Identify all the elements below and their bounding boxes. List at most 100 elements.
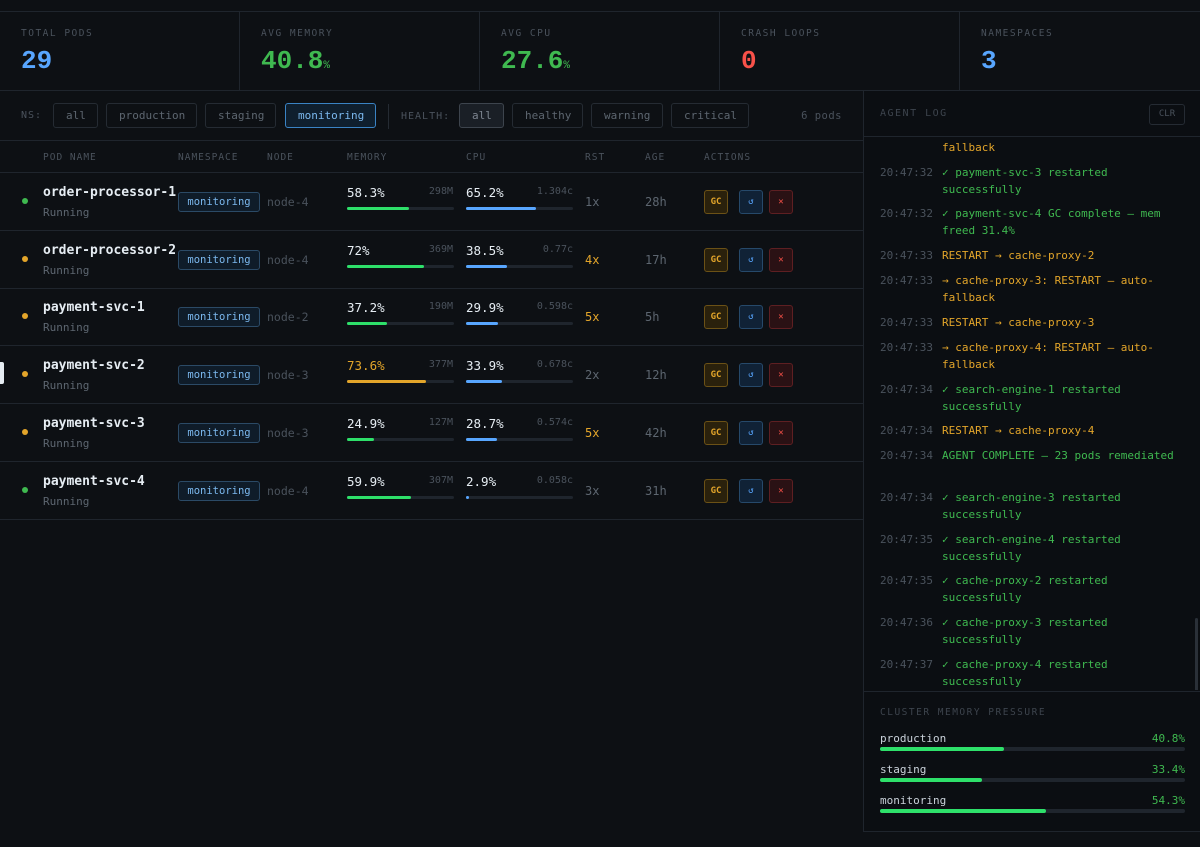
- log-message: → cache-proxy-4: RESTART — auto-fallback: [942, 340, 1154, 371]
- restart-icon: ↺: [748, 254, 754, 265]
- stat-value: 29: [21, 46, 53, 76]
- pod-status: Running: [43, 321, 90, 335]
- memory-bytes: 369M: [428, 243, 453, 255]
- restart-button[interactable]: ↺: [739, 420, 763, 445]
- col-node[interactable]: NODE: [267, 152, 294, 163]
- health-status-dot: [22, 371, 28, 378]
- memory-bar: [347, 322, 454, 326]
- log-message: AGENT COMPLETE — 23 pods remediated: [942, 449, 1174, 463]
- restart-button[interactable]: ↺: [739, 363, 763, 388]
- restart-count: 5x: [585, 310, 600, 325]
- col-rst[interactable]: RST: [585, 152, 605, 163]
- cpu-bar: [466, 380, 573, 384]
- pod-name[interactable]: payment-svc-3: [43, 416, 145, 431]
- log-message: ✓ search-engine-1 restarted successfully: [942, 382, 1121, 413]
- gc-button[interactable]: GC: [704, 363, 728, 388]
- log-message: → cache-proxy-1: RESTART — auto-fallback: [942, 141, 995, 154]
- pressure-bar: [880, 747, 1185, 751]
- pressure-bar: [880, 809, 1185, 813]
- memory-value: 59.9%: [347, 473, 385, 489]
- pod-name[interactable]: payment-svc-1: [43, 300, 145, 315]
- node-name: node-4: [267, 483, 309, 498]
- memory-value: 37.2%: [347, 300, 385, 316]
- stat-value: 40.8%: [261, 46, 331, 76]
- restart-count: 3x: [585, 483, 600, 498]
- restart-button[interactable]: ↺: [739, 305, 763, 330]
- col-memory[interactable]: MEMORY: [347, 152, 387, 163]
- restart-button[interactable]: ↺: [739, 247, 763, 272]
- agent-log-header: AGENT LOG CLR: [864, 91, 1200, 137]
- health-status-dot: [22, 198, 28, 204]
- restart-button[interactable]: ↺: [739, 478, 763, 503]
- table-row[interactable]: order-processor-2 Running monitoring node-4…: [0, 231, 863, 289]
- cpu-cores: 0.598c: [536, 301, 573, 313]
- cpu-bar: [466, 495, 573, 499]
- cpu-bar: [466, 437, 573, 441]
- restart-icon: ↺: [748, 312, 754, 323]
- restart-button[interactable]: ↺: [739, 190, 763, 214]
- health-status-dot: [22, 428, 28, 435]
- node-name: node-2: [267, 310, 309, 325]
- gc-button[interactable]: GC: [704, 247, 728, 272]
- kill-button[interactable]: ✕: [769, 478, 793, 503]
- col-namespace[interactable]: NAMESPACE: [178, 152, 238, 163]
- table-row[interactable]: payment-svc-4 Running monitoring node-4 59.9…: [0, 462, 863, 520]
- pod-name[interactable]: payment-svc-2: [43, 358, 145, 373]
- health-filter-all[interactable]: all: [459, 103, 504, 128]
- log-message: ✓ cache-proxy-2 restarted successfully: [942, 574, 1108, 605]
- pod-age: 12h: [645, 368, 667, 383]
- memory-value: 73.6%: [347, 358, 385, 374]
- clear-log-button[interactable]: CLR: [1149, 104, 1185, 125]
- log-timestamp: 20:47:37: [880, 657, 933, 671]
- close-icon: ✕: [778, 312, 784, 323]
- kill-button[interactable]: ✕: [769, 420, 793, 445]
- pod-age: 28h: [645, 195, 667, 209]
- col-cpu[interactable]: CPU: [466, 152, 486, 163]
- restart-icon: ↺: [748, 370, 754, 381]
- kill-button[interactable]: ✕: [769, 305, 793, 330]
- cpu-value: 28.7%: [466, 415, 504, 431]
- stat-label: TOTAL PODS: [21, 28, 94, 39]
- health-filter-healthy[interactable]: healthy: [512, 103, 583, 128]
- health-filter-critical[interactable]: critical: [671, 103, 749, 128]
- stat-avg-memory: AVG MEMORY 40.8%: [240, 12, 480, 91]
- col-actions: ACTIONS: [704, 152, 752, 163]
- gc-button[interactable]: GC: [704, 190, 728, 214]
- pod-age: 5h: [645, 310, 660, 325]
- table-row[interactable]: payment-svc-2 Running monitoring node-3 73.6…: [0, 346, 863, 405]
- kill-button[interactable]: ✕: [769, 190, 793, 214]
- agent-log[interactable]: 20:47:31 → cache-proxy-1: RESTART — auto-…: [864, 138, 1200, 690]
- pressure-bar-fill: [880, 809, 1046, 813]
- log-scrollbar[interactable]: [1195, 618, 1198, 690]
- gc-button[interactable]: GC: [704, 305, 728, 330]
- memory-bar: [347, 207, 454, 210]
- log-timestamp: 20:47:34: [880, 424, 933, 438]
- ns-filter-monitoring[interactable]: monitoring: [285, 103, 376, 128]
- pod-age: 31h: [645, 483, 667, 498]
- namespace-badge: monitoring: [178, 480, 260, 501]
- pod-name[interactable]: order-processor-2: [43, 243, 176, 258]
- health-filter-warning[interactable]: warning: [591, 103, 663, 128]
- table-row[interactable]: payment-svc-3 Running monitoring node-3 24.9…: [0, 404, 863, 462]
- pod-name[interactable]: order-processor-1: [43, 185, 176, 200]
- col-pod-name[interactable]: POD NAME: [43, 152, 97, 163]
- pod-name[interactable]: payment-svc-4: [43, 474, 145, 489]
- stat-label: CRASH LOOPS: [741, 28, 821, 39]
- table-row[interactable]: payment-svc-1 Running monitoring node-2 37.2…: [0, 288, 863, 347]
- ns-filter-production[interactable]: production: [106, 103, 197, 128]
- log-message: RESTART → cache-proxy-4: [942, 424, 1095, 438]
- log-timestamp: 20:47:36: [880, 616, 933, 629]
- col-age[interactable]: AGE: [645, 152, 665, 163]
- restart-icon: ↺: [748, 197, 754, 207]
- gc-button[interactable]: GC: [704, 420, 728, 445]
- table-row[interactable]: order-processor-1 Running monitoring node-4…: [0, 173, 863, 231]
- stat-value: 3: [981, 46, 997, 76]
- kill-button[interactable]: ✕: [769, 363, 793, 388]
- ns-filter-all[interactable]: all: [53, 103, 98, 128]
- cpu-value: 33.9%: [466, 358, 504, 374]
- ns-filter-staging[interactable]: staging: [205, 103, 276, 128]
- pod-status: Running: [43, 263, 90, 277]
- gc-button[interactable]: GC: [704, 478, 728, 503]
- kill-button[interactable]: ✕: [769, 247, 793, 272]
- agent-panel: AGENT LOG CLR 20:47:31 → cache-proxy-1: R…: [863, 91, 1200, 832]
